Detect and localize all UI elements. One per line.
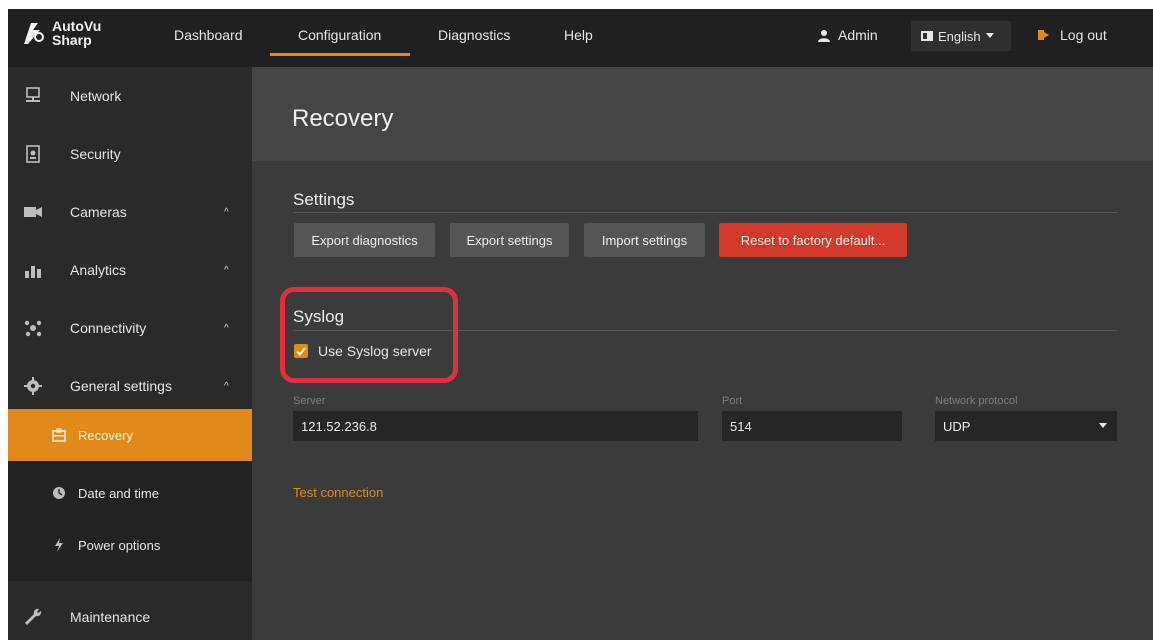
nav-active-indicator — [270, 53, 410, 56]
sidebar: Network Security Cameras ^ Analytics ^ C… — [8, 67, 252, 640]
logo: AutoVu Sharp — [20, 19, 101, 47]
analytics-icon — [25, 266, 41, 278]
server-label: Server — [293, 395, 326, 407]
export-settings-button[interactable]: Export settings — [450, 223, 569, 257]
sidebar-item-analytics[interactable]: Analytics ^ — [8, 241, 252, 299]
wrench-icon — [25, 608, 42, 625]
gear-icon — [24, 377, 42, 395]
sidebar-item-label: Recovery — [78, 427, 133, 443]
nav-dashboard[interactable]: Dashboard — [174, 27, 243, 43]
logo-line1: AutoVu — [52, 18, 102, 34]
network-protocol-select[interactable]: UDP — [935, 411, 1117, 441]
settings-section-title: Settings — [293, 190, 355, 209]
user-menu[interactable]: Admin — [818, 27, 878, 43]
logout-icon — [1038, 30, 1049, 40]
sidebar-item-general-settings[interactable]: General settings ^ — [8, 357, 252, 415]
sidebar-item-network[interactable]: Network — [8, 67, 252, 125]
recovery-icon — [52, 428, 66, 442]
chevron-up-icon[interactable]: ^ — [224, 381, 229, 392]
sidebar-item-label: Network — [70, 88, 122, 104]
sidebar-item-security[interactable]: Security — [8, 125, 252, 183]
sidebar-item-label: Connectivity — [70, 320, 147, 336]
chevron-down-icon — [985, 33, 994, 38]
sidebar-item-label: Cameras — [70, 204, 127, 220]
sidebar-item-label: General settings — [70, 378, 172, 394]
network-icon — [26, 87, 40, 102]
logout-label: Log out — [1060, 27, 1107, 43]
sidebar-item-connectivity[interactable]: Connectivity ^ — [8, 299, 252, 357]
camera-icon — [24, 207, 42, 217]
settings-divider — [293, 212, 1117, 213]
chevron-up-icon[interactable]: ^ — [224, 323, 229, 334]
logo-line2: Sharp — [52, 32, 92, 48]
app-window: AutoVu Sharp Dashboard Configuration Dia… — [8, 9, 1153, 640]
general-settings-submenu: Recovery Date and time Power options — [8, 409, 252, 581]
nav-diagnostics[interactable]: Diagnostics — [438, 27, 510, 43]
import-settings-button[interactable]: Import settings — [584, 223, 705, 257]
page-title: Recovery — [292, 105, 394, 132]
page-header: Recovery — [252, 67, 1153, 161]
nav-configuration[interactable]: Configuration — [298, 27, 381, 43]
sidebar-item-label: Analytics — [70, 262, 127, 278]
sidebar-item-maintenance[interactable]: Maintenance — [8, 588, 252, 640]
power-icon — [55, 538, 63, 552]
chevron-down-icon — [1099, 423, 1107, 428]
sidebar-item-power-options[interactable]: Power options — [8, 519, 252, 571]
language-icon — [921, 31, 933, 41]
reset-factory-default-button[interactable]: Reset to factory default... — [719, 223, 907, 257]
language-select[interactable]: English — [911, 21, 1011, 51]
network-protocol-value: UDP — [943, 418, 971, 434]
nav-help[interactable]: Help — [564, 27, 593, 43]
sidebar-item-label: Power options — [78, 537, 161, 553]
user-icon — [818, 29, 830, 42]
port-label: Port — [722, 395, 743, 407]
sidebar-item-recovery[interactable]: Recovery — [8, 409, 252, 461]
server-input[interactable]: 121.52.236.8 — [293, 411, 698, 441]
network-protocol-label: Network protocol — [935, 395, 1018, 407]
clock-icon — [53, 487, 65, 499]
test-connection-link[interactable]: Test connection — [293, 485, 383, 500]
chevron-up-icon[interactable]: ^ — [224, 207, 229, 218]
sidebar-item-cameras[interactable]: Cameras ^ — [8, 183, 252, 241]
connectivity-icon — [24, 320, 42, 337]
autovu-logo-icon — [24, 23, 44, 44]
highlight-annotation — [280, 287, 458, 383]
sidebar-item-label: Security — [70, 146, 121, 162]
sidebar-item-date-and-time[interactable]: Date and time — [8, 467, 252, 519]
security-icon — [26, 145, 40, 163]
port-input[interactable]: 514 — [722, 411, 902, 441]
language-label: English — [938, 28, 981, 44]
user-name: Admin — [838, 27, 878, 43]
export-diagnostics-button[interactable]: Export diagnostics — [294, 223, 435, 257]
top-bar: AutoVu Sharp Dashboard Configuration Dia… — [8, 9, 1153, 67]
main-panel: Recovery Settings Export diagnostics Exp… — [252, 67, 1153, 640]
chevron-up-icon[interactable]: ^ — [224, 265, 229, 276]
logout-button[interactable]: Log out — [1038, 27, 1107, 43]
sidebar-item-label: Date and time — [78, 485, 159, 501]
sidebar-item-label: Maintenance — [70, 609, 151, 625]
